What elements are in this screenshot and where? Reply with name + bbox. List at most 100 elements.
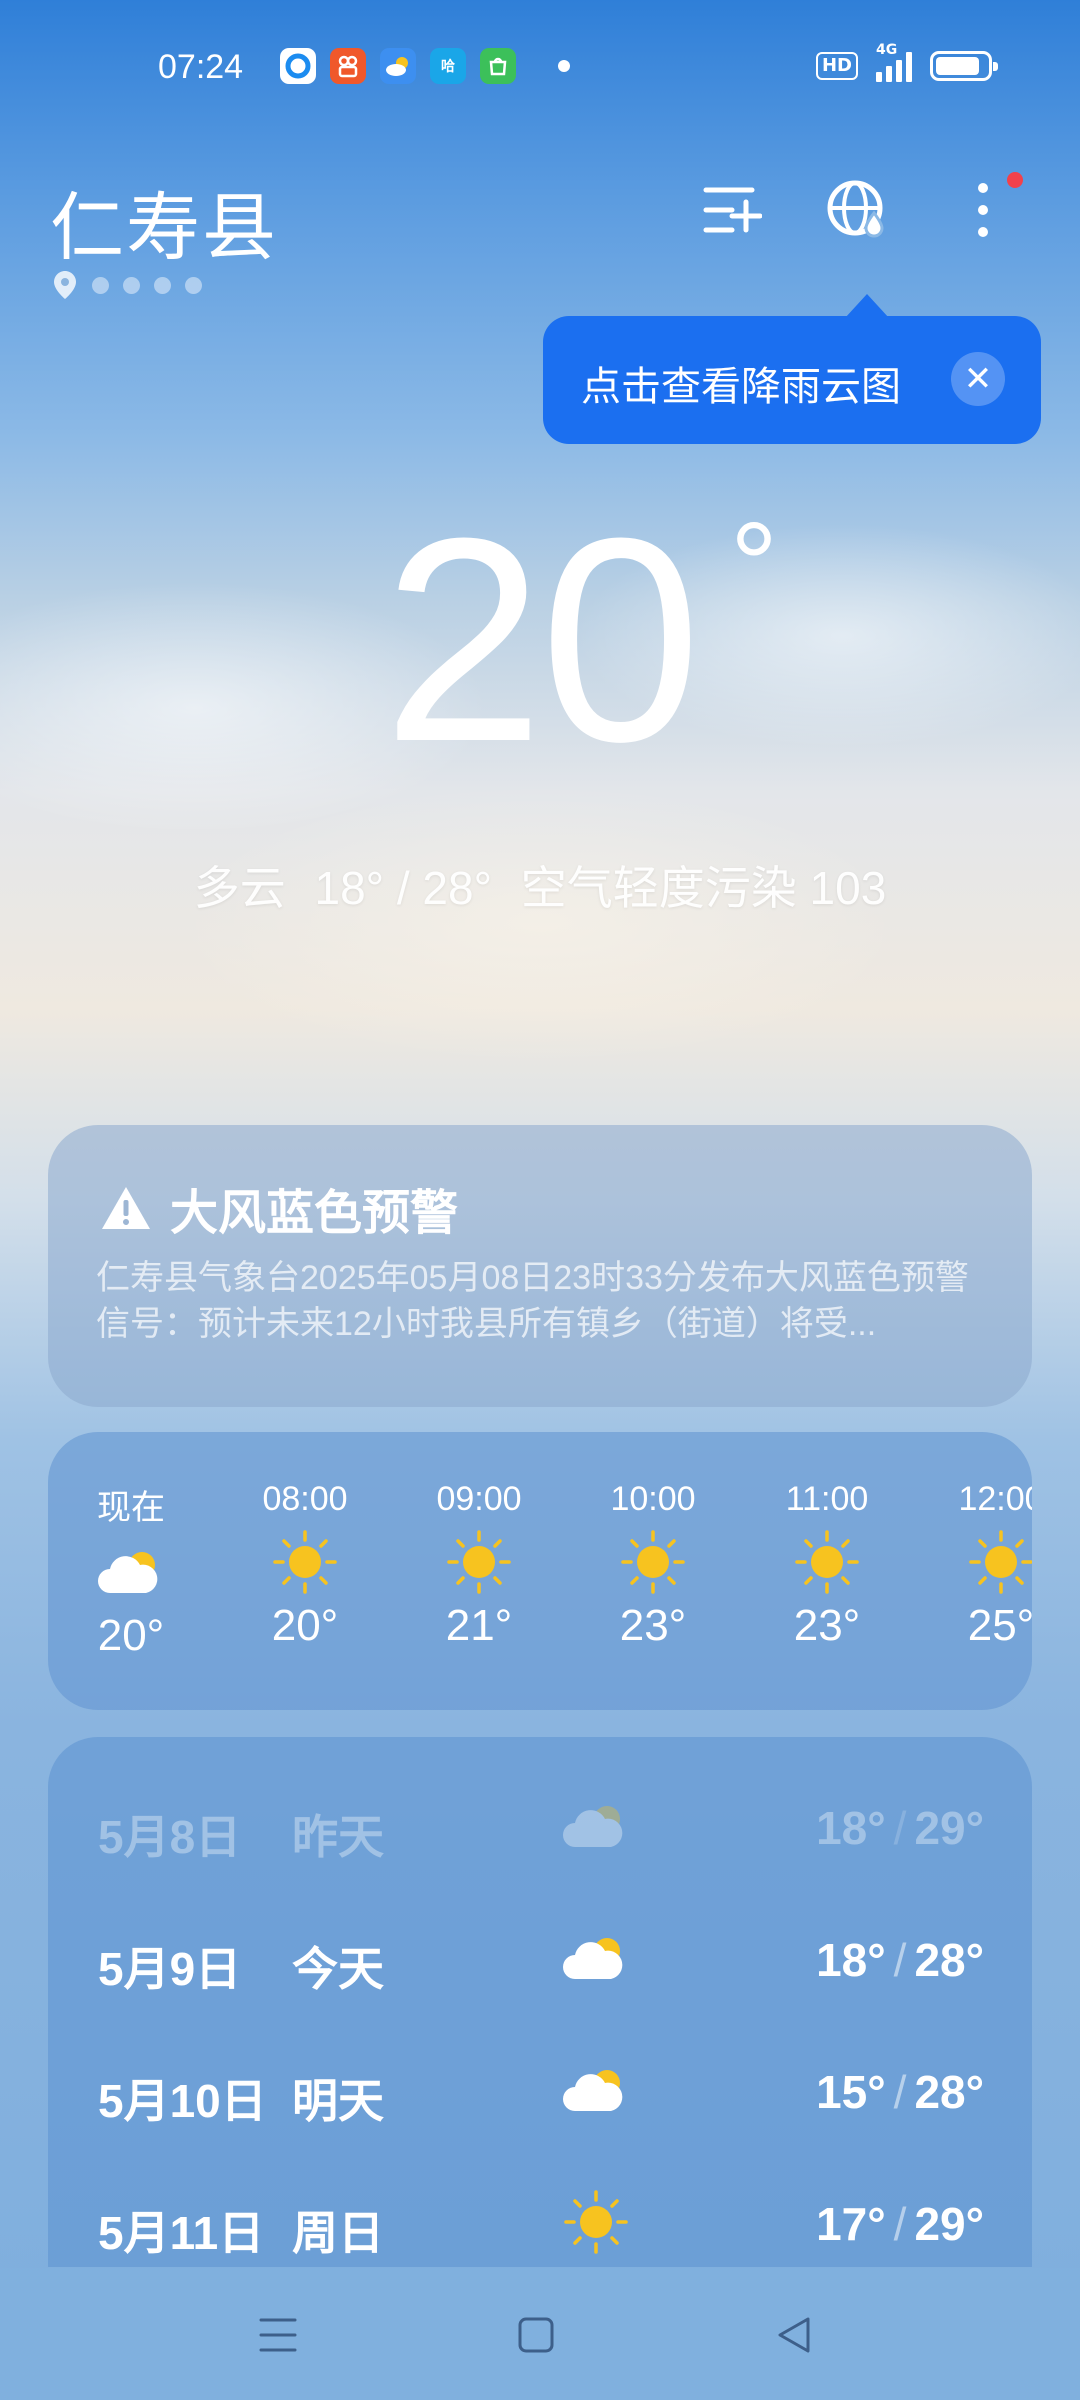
status-right: HD 4G	[815, 42, 998, 82]
sunny-icon	[762, 1527, 892, 1597]
daily-forecast-card[interactable]: 5月8日 昨天 18°/29° 5月9日 今天 18°/28° 5月10日 明天…	[48, 1737, 1032, 2267]
day-high: 28°	[914, 2066, 984, 2118]
hour-time: 12:00	[958, 1480, 1032, 1518]
day-name: 昨天	[292, 1811, 384, 1863]
temp-separator: /	[893, 1802, 907, 1854]
hour-temp: 23°	[793, 1601, 861, 1650]
network-type-label: 4G	[876, 42, 898, 58]
add-list-icon	[703, 187, 762, 233]
alert-title-text: 大风蓝色预警	[170, 1187, 459, 1240]
daily-row-today[interactable]: 5月9日 今天 18°/28°	[48, 1909, 1032, 2009]
more-notifications-dot	[558, 60, 570, 72]
page-dot	[92, 276, 109, 294]
shop-app-icon	[480, 48, 516, 84]
status-time: 07:24	[158, 48, 244, 86]
alert-body: 仁寿县气象台2025年05月08日23时33分发布大风蓝色预警信号：预计未来12…	[96, 1259, 969, 1343]
day-low: 15°	[816, 2066, 886, 2118]
day-temps: 18°/29°	[816, 1801, 984, 1855]
location-pin-icon	[54, 271, 76, 299]
day-name: 周日	[292, 2207, 384, 2259]
battery-icon	[930, 51, 998, 81]
status-bar: 07:24 哈 HD 4G	[0, 40, 1080, 100]
more-vertical-icon	[978, 183, 988, 237]
day-date: 5月8日	[98, 1811, 242, 1863]
hourly-item: 11:00 23°	[762, 1480, 892, 1651]
battery-fill	[936, 57, 979, 75]
close-icon[interactable]: ✕	[951, 352, 1005, 406]
condition-text: 多云	[193, 862, 286, 914]
rain-map-button[interactable]	[822, 175, 892, 245]
video-app-icon	[330, 48, 366, 84]
page-dot	[123, 276, 140, 294]
hour-temp: 21°	[445, 1601, 513, 1650]
sunny-icon	[556, 2187, 636, 2257]
page-dot	[185, 276, 202, 294]
day-high: 29°	[914, 2198, 984, 2250]
day-high: 29°	[914, 1802, 984, 1854]
city-name[interactable]: 仁寿县	[50, 168, 278, 275]
warning-icon	[102, 1187, 150, 1229]
temp-separator: /	[893, 2066, 907, 2118]
page-dot	[154, 276, 171, 294]
hello-app-icon: 哈	[430, 48, 466, 84]
weather-summary: 多云 18° / 28° 空气轻度污染 103	[0, 852, 1080, 918]
hour-temp: 20°	[97, 1611, 165, 1660]
more-options-button[interactable]	[948, 175, 1018, 245]
sunny-icon	[936, 1527, 1032, 1597]
rain-map-tooltip[interactable]: 点击查看降雨云图 ✕	[543, 294, 1041, 444]
temp-separator: /	[893, 2198, 907, 2250]
hourly-item: 10:00 23°	[588, 1480, 718, 1651]
air-quality-text[interactable]: 空气轻度污染 103	[521, 862, 887, 914]
hour-time: 08:00	[262, 1480, 348, 1518]
alert-title: 大风蓝色预警	[100, 1173, 458, 1243]
weather-app-icon	[380, 48, 416, 84]
day-date: 5月10日	[98, 2075, 267, 2127]
partly-cloudy-icon	[66, 1537, 196, 1607]
hour-temp: 25°	[967, 1601, 1032, 1650]
day-low: 17°	[816, 2198, 886, 2250]
current-temperature: 20	[382, 478, 702, 802]
day-high: 28°	[914, 1934, 984, 1986]
notification-badge	[1007, 172, 1023, 188]
day-temps: 18°/28°	[816, 1933, 984, 1987]
daily-row-yesterday[interactable]: 5月8日 昨天 18°/29°	[48, 1777, 1032, 1877]
hour-time: 10:00	[610, 1480, 696, 1518]
add-city-button[interactable]	[697, 175, 767, 245]
partly-cloudy-icon	[556, 2055, 636, 2125]
home-button[interactable]	[506, 2308, 566, 2362]
daily-row-sunday[interactable]: 5月11日 周日 17°/29°	[48, 2173, 1032, 2267]
day-temps: 15°/28°	[816, 2065, 984, 2119]
hourly-item: 现在 20°	[66, 1480, 196, 1661]
day-date: 5月11日	[98, 2207, 265, 2259]
partly-cloudy-icon	[556, 1791, 636, 1861]
weather-alert-card[interactable]: 大风蓝色预警 仁寿县气象台2025年05月08日23时33分发布大风蓝色预警信号…	[48, 1125, 1032, 1407]
hour-time: 09:00	[436, 1480, 522, 1518]
signal-icon: 4G	[876, 42, 912, 82]
low-high-text: 18° / 28°	[314, 862, 492, 914]
sunny-icon	[588, 1527, 718, 1597]
menu-icon	[259, 2318, 297, 2352]
hour-time: 现在	[97, 1489, 165, 1527]
tooltip-text: 点击查看降雨云图	[581, 365, 901, 409]
city-page-indicator	[52, 270, 202, 300]
day-date: 5月9日	[98, 1943, 242, 1995]
back-button[interactable]	[764, 2308, 824, 2362]
hourly-forecast-card[interactable]: 现在 20° 08:00 20° 09:00 21° 10:00 23° 11:…	[48, 1432, 1032, 1710]
back-triangle-icon	[778, 2317, 810, 2353]
day-name: 明天	[292, 2075, 384, 2127]
daily-row-tomorrow[interactable]: 5月10日 明天 15°/28°	[48, 2041, 1032, 2141]
recent-apps-button[interactable]	[248, 2308, 308, 2362]
notification-icons: 哈	[280, 48, 570, 84]
hourly-item: 09:00 21°	[414, 1480, 544, 1651]
hour-time: 11:00	[785, 1480, 869, 1518]
day-low: 18°	[816, 1802, 886, 1854]
system-nav-bar	[0, 2268, 1080, 2400]
hourly-item: 08:00 20°	[240, 1480, 370, 1651]
hour-temp: 23°	[619, 1601, 687, 1650]
hd-icon: HD	[815, 52, 858, 80]
day-temps: 17°/29°	[816, 2197, 984, 2251]
hourly-item: 12:00 25°	[936, 1480, 1032, 1651]
degree-symbol: °	[730, 498, 778, 632]
sunny-icon	[240, 1527, 370, 1597]
partly-cloudy-icon	[556, 1923, 636, 1993]
